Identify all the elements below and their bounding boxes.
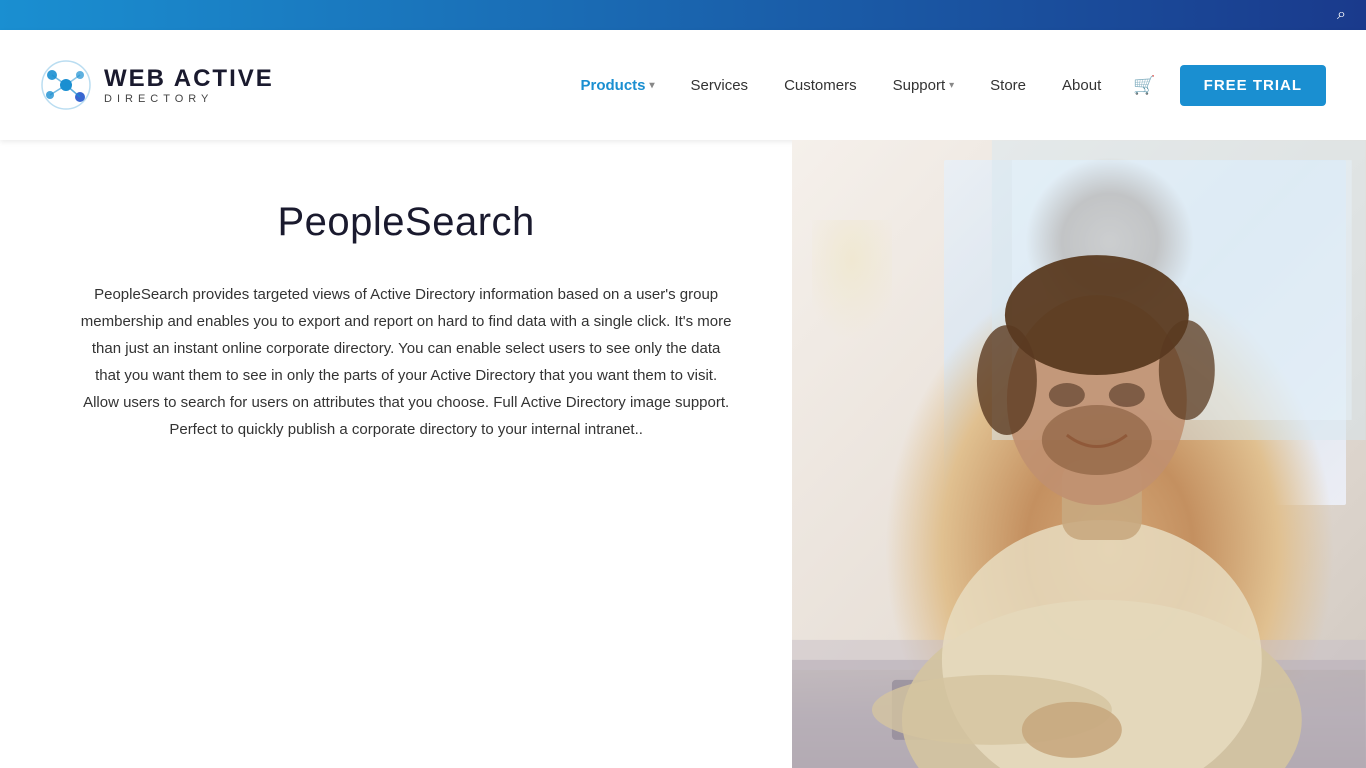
nav-about[interactable]: About bbox=[1046, 69, 1117, 102]
header: WEB ACTIVE DIRECTORY Products ▾ Services… bbox=[0, 30, 1366, 140]
chevron-down-icon: ▾ bbox=[949, 80, 954, 91]
page-title: PeopleSearch bbox=[277, 200, 534, 245]
logo[interactable]: WEB ACTIVE DIRECTORY bbox=[40, 59, 274, 111]
hero-image bbox=[792, 140, 1366, 768]
nav-products[interactable]: Products ▾ bbox=[564, 69, 670, 102]
chevron-down-icon: ▾ bbox=[650, 80, 655, 91]
logo-sub-text: DIRECTORY bbox=[104, 93, 274, 105]
page-description: PeopleSearch provides targeted views of … bbox=[80, 281, 732, 443]
main-nav: Products ▾ Services Customers Support ▾ … bbox=[564, 65, 1326, 106]
search-icon[interactable]: ⌕ bbox=[1337, 6, 1346, 24]
nav-services[interactable]: Services bbox=[675, 69, 765, 102]
logo-main-text: WEB ACTIVE bbox=[104, 65, 274, 93]
nav-customers[interactable]: Customers bbox=[768, 69, 873, 102]
bg-desk-element bbox=[792, 668, 1366, 768]
nav-store[interactable]: Store bbox=[974, 69, 1042, 102]
top-bar: ⌕ bbox=[0, 0, 1366, 30]
nav-support[interactable]: Support ▾ bbox=[877, 69, 971, 102]
free-trial-button[interactable]: FREE TRIAL bbox=[1180, 65, 1326, 106]
logo-icon bbox=[40, 59, 92, 111]
content-section: PeopleSearch PeopleSearch provides targe… bbox=[0, 140, 792, 768]
bg-lamp-element bbox=[812, 220, 892, 340]
logo-text: WEB ACTIVE DIRECTORY bbox=[104, 65, 274, 105]
cart-icon[interactable]: 🛒 bbox=[1121, 67, 1167, 104]
hero-background bbox=[792, 140, 1366, 768]
main-content: PeopleSearch PeopleSearch provides targe… bbox=[0, 140, 1366, 768]
